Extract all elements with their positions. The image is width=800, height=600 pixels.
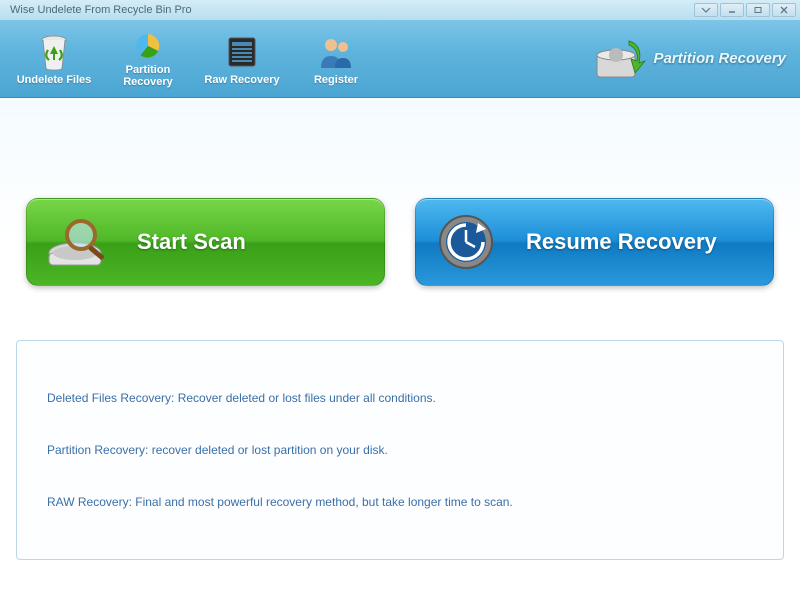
content-area: Start Scan Resume Recovery Deleted Files… — [0, 98, 800, 598]
users-icon — [315, 32, 357, 72]
titlebar: Wise Undelete From Recycle Bin Pro — [0, 0, 800, 20]
history-clock-icon — [434, 211, 508, 273]
info-raw-recovery: RAW Recovery: Final and most powerful re… — [47, 495, 753, 509]
dropdown-button[interactable] — [694, 3, 718, 17]
resume-recovery-label: Resume Recovery — [526, 229, 717, 255]
register-button[interactable]: Register — [290, 25, 382, 93]
chip-icon — [221, 32, 263, 72]
recycle-bin-icon — [33, 32, 75, 72]
resume-recovery-button[interactable]: Resume Recovery — [415, 198, 774, 286]
main-buttons-row: Start Scan Resume Recovery — [16, 198, 784, 286]
raw-recovery-button[interactable]: Raw Recovery — [196, 25, 288, 93]
window-title: Wise Undelete From Recycle Bin Pro — [4, 4, 192, 16]
close-icon — [779, 6, 789, 14]
header-brand-label: Partition Recovery — [653, 50, 786, 67]
minimize-icon — [727, 6, 737, 14]
drive-arrow-icon — [591, 35, 647, 83]
header-brand: Partition Recovery — [591, 35, 792, 83]
undelete-files-button[interactable]: Undelete Files — [8, 25, 100, 93]
toolbar: Undelete Files Partition Recovery Raw Re… — [0, 20, 800, 98]
toolbar-label: Undelete Files — [17, 74, 92, 86]
toolbar-label: Raw Recovery — [204, 74, 279, 86]
pie-chart-icon — [127, 29, 169, 63]
start-scan-button[interactable]: Start Scan — [26, 198, 385, 286]
info-partition-recovery: Partition Recovery: recover deleted or l… — [47, 443, 753, 457]
start-scan-label: Start Scan — [137, 229, 246, 255]
chevron-down-icon — [701, 7, 711, 13]
drive-magnifier-icon — [45, 211, 119, 273]
toolbar-label: Register — [314, 74, 358, 86]
close-button[interactable] — [772, 3, 796, 17]
minimize-button[interactable] — [720, 3, 744, 17]
maximize-icon — [753, 6, 763, 14]
info-deleted-files: Deleted Files Recovery: Recover deleted … — [47, 391, 753, 405]
info-panel: Deleted Files Recovery: Recover deleted … — [16, 340, 784, 560]
maximize-button[interactable] — [746, 3, 770, 17]
partition-recovery-button[interactable]: Partition Recovery — [102, 25, 194, 93]
window-controls — [694, 3, 796, 17]
toolbar-label: Partition Recovery — [123, 64, 173, 88]
